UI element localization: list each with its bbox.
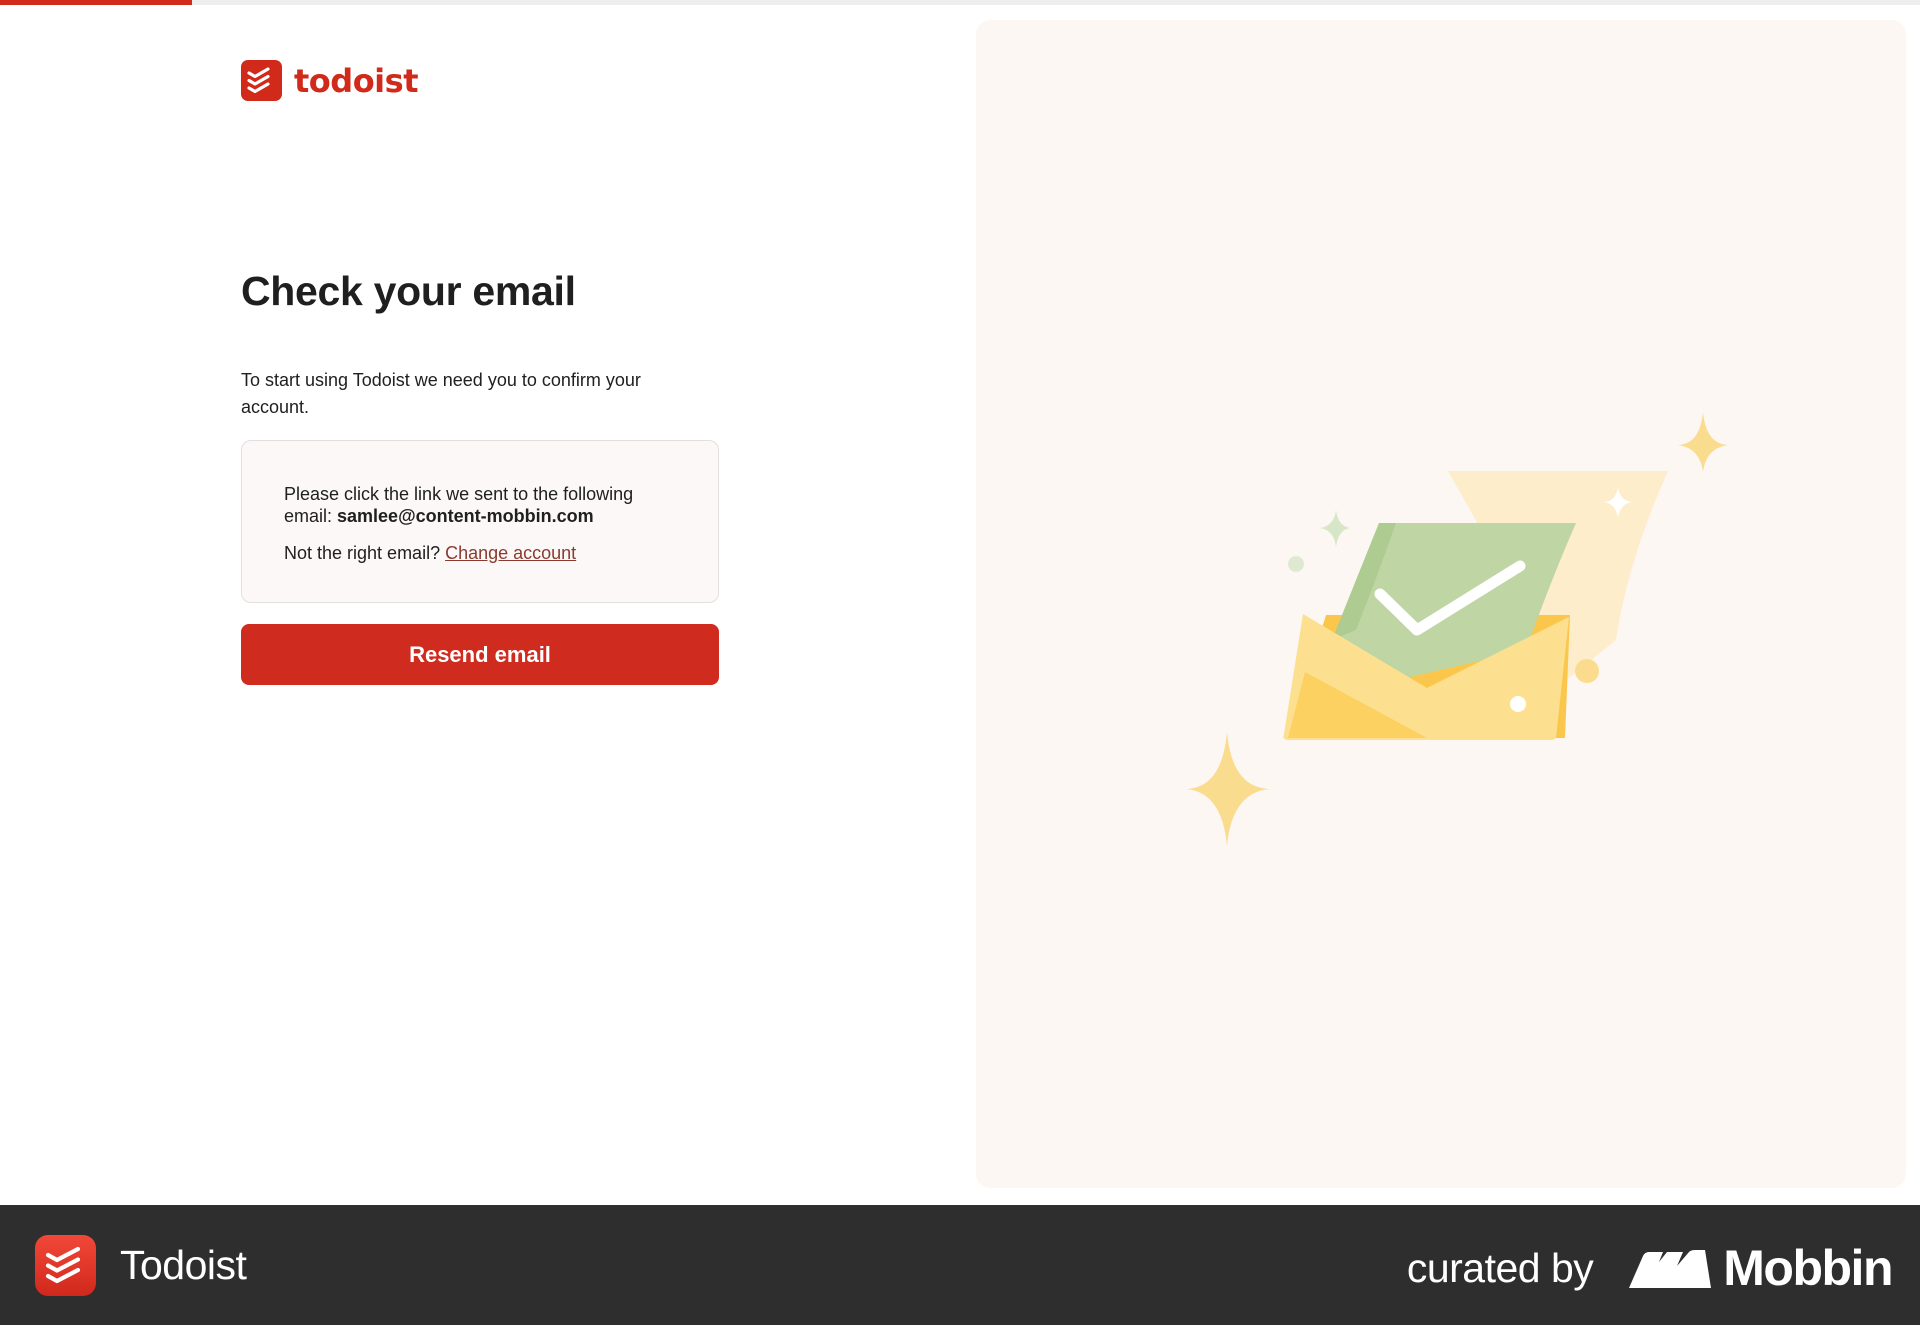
envelope-checkmark-illustration xyxy=(1186,412,1728,846)
footer-app-name: Todoist xyxy=(120,1242,247,1288)
mobbin-wordmark: Mobbin xyxy=(1723,1240,1893,1296)
todoist-app-icon xyxy=(35,1235,96,1296)
sent-link-text: Please click the link we sent to the fol… xyxy=(284,483,678,527)
footer-app: Todoist xyxy=(35,1235,247,1296)
change-account-link[interactable]: Change account xyxy=(445,543,576,563)
intro-text: To start using Todoist we need you to co… xyxy=(241,370,641,417)
progress-bar-fill xyxy=(0,0,192,5)
wrong-email-prefix: Not the right email? xyxy=(284,543,446,563)
email-info-box: Please click the link we sent to the fol… xyxy=(241,440,719,603)
illustration-panel xyxy=(976,20,1906,1188)
todoist-logo[interactable]: todoist xyxy=(241,60,418,101)
wrong-email-text: Not the right email? Change account xyxy=(284,542,678,564)
email-address: samlee@content-mobbin.com xyxy=(337,506,594,526)
page: todoist Check your email To start using … xyxy=(0,0,1920,1325)
mobbin-logo: Mobbin xyxy=(1629,1239,1893,1297)
page-title: Check your email xyxy=(241,268,576,314)
footer-bar: Todoist curated by Mobbin xyxy=(0,1205,1920,1325)
footer-attribution: curated by Mobbin xyxy=(1406,1239,1894,1297)
curated-by-label: curated by xyxy=(1406,1244,1594,1291)
progress-bar xyxy=(0,0,1920,5)
logo-wordmark: todoist xyxy=(294,61,418,100)
resend-email-button[interactable]: Resend email xyxy=(241,624,719,685)
mobbin-logo-icon xyxy=(1629,1250,1712,1288)
todoist-logo-icon xyxy=(241,60,282,101)
